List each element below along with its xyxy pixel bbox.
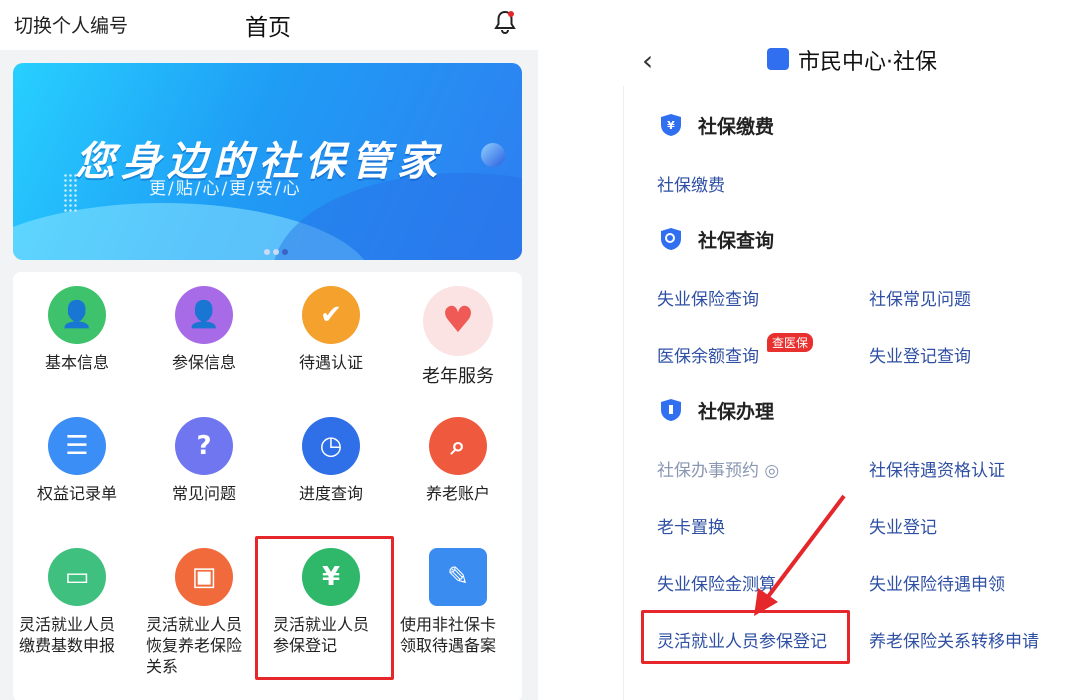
top-bar: 切换个人编号 首页 — [0, 0, 538, 50]
carousel-indicator — [264, 240, 291, 259]
arrow-annotation — [754, 494, 846, 616]
person-icon: 👤 — [175, 286, 233, 344]
svg-text:¥: ¥ — [667, 119, 675, 132]
grid-label: 灵活就业人员 缴费基数申报 — [19, 615, 116, 655]
link-appointment[interactable]: 社保办事预约 ◎ — [657, 456, 779, 481]
account-search-icon: ⌕ — [429, 417, 487, 475]
screen-title: 市民中心·社保 — [798, 50, 937, 75]
banner-subtitle: 更/贴/心/更/安/心 — [149, 179, 302, 199]
grid-item-basic-info[interactable]: 👤 基本信息 — [13, 286, 141, 373]
highlight-box — [255, 536, 394, 680]
link-medical-balance[interactable]: 医保余额查询 — [657, 342, 759, 367]
clipboard-icon: ☰ — [48, 417, 106, 475]
link-payment[interactable]: 社保缴费 — [657, 171, 725, 196]
link-pension-transfer[interactable]: 养老保险关系转移申请 — [869, 627, 1039, 652]
page-title: 首页 — [245, 15, 291, 41]
home-screen: 切换个人编号 首页 您身边的社保管家 更/贴/心/更/安/心 👤 基本信息 👤 … — [0, 0, 538, 700]
back-arrow-icon[interactable]: ‹ — [642, 44, 653, 77]
decor-bubble — [481, 143, 505, 167]
person-shield-icon — [661, 399, 681, 421]
briefcase-icon: ▣ — [175, 548, 233, 606]
search-shield-icon — [661, 228, 681, 250]
id-check-icon: ✔ — [302, 286, 360, 344]
user-card-icon: 👤 — [48, 286, 106, 344]
elder-heart-icon: ♥ — [423, 286, 493, 356]
promo-banner[interactable]: 您身边的社保管家 更/贴/心/更/安/心 — [13, 63, 522, 260]
grid-item-flex-restore[interactable]: ▣ 灵活就业人员 恢复养老保险 关系 — [140, 548, 268, 677]
card-icon: ▭ — [48, 548, 106, 606]
grid-label: 参保信息 — [171, 353, 236, 372]
section-handle: 社保办理 — [660, 397, 774, 424]
grid-item-insurance-info[interactable]: 👤 参保信息 — [140, 286, 268, 373]
grid-label: 使用非社保卡 领取待遇备案 — [400, 615, 497, 655]
grid-label: 权益记录单 — [36, 484, 117, 503]
progress-icon: ◷ — [302, 417, 360, 475]
grid-label: 进度查询 — [298, 484, 363, 503]
section-payment: ¥ 社保缴费 — [660, 112, 774, 139]
link-faq[interactable]: 社保常见问题 — [869, 285, 971, 310]
grid-item-faq[interactable]: ? 常见问题 — [140, 417, 268, 504]
yuan-shield-icon: ¥ — [661, 114, 681, 136]
sync-icon: ◎ — [764, 461, 780, 481]
grid-item-progress[interactable]: ◷ 进度查询 — [267, 417, 395, 504]
grid-item-pension-account[interactable]: ⌕ 养老账户 — [394, 417, 522, 504]
grid-label: 老年服务 — [422, 366, 494, 387]
grid-label: 基本信息 — [44, 353, 109, 372]
medical-badge: 查医保 — [767, 333, 814, 352]
card-apply-icon: ✎ — [429, 548, 487, 606]
link-unemployment-register[interactable]: 失业登记 — [869, 513, 937, 538]
link-unemployment-register-query[interactable]: 失业登记查询 — [869, 342, 971, 367]
grid-item-noncard-benefit[interactable]: ✎ 使用非社保卡 领取待遇备案 — [394, 548, 522, 656]
grid-item-benefit-auth[interactable]: ✔ 待遇认证 — [267, 286, 395, 373]
section-query: 社保查询 — [660, 226, 774, 253]
question-icon: ? — [175, 417, 233, 475]
bell-icon[interactable] — [494, 10, 516, 34]
grid-item-rights-record[interactable]: ☰ 权益记录单 — [13, 417, 141, 504]
grid-label: 灵活就业人员 恢复养老保险 关系 — [146, 615, 243, 676]
grid-item-elder-service[interactable]: ♥ 老年服务 — [394, 286, 522, 387]
switch-id-button[interactable]: 切换个人编号 — [14, 11, 128, 38]
grid-label: 常见问题 — [171, 484, 236, 503]
social-security-screen: ‹ 市民中心·社保 ¥ 社保缴费 社保缴费 社保查询 失业保险查询 社保常见问题… — [620, 0, 1065, 700]
link-card-replace[interactable]: 老卡置换 — [657, 513, 725, 538]
grid-item-flex-base-declare[interactable]: ▭ 灵活就业人员 缴费基数申报 — [13, 548, 141, 656]
grid-label: 待遇认证 — [298, 353, 363, 372]
link-unemployment-query[interactable]: 失业保险查询 — [657, 285, 759, 310]
link-qualification-auth[interactable]: 社保待遇资格认证 — [869, 456, 1005, 481]
link-unemployment-claim[interactable]: 失业保险待遇申领 — [869, 570, 1005, 595]
grid-label: 养老账户 — [425, 484, 490, 503]
